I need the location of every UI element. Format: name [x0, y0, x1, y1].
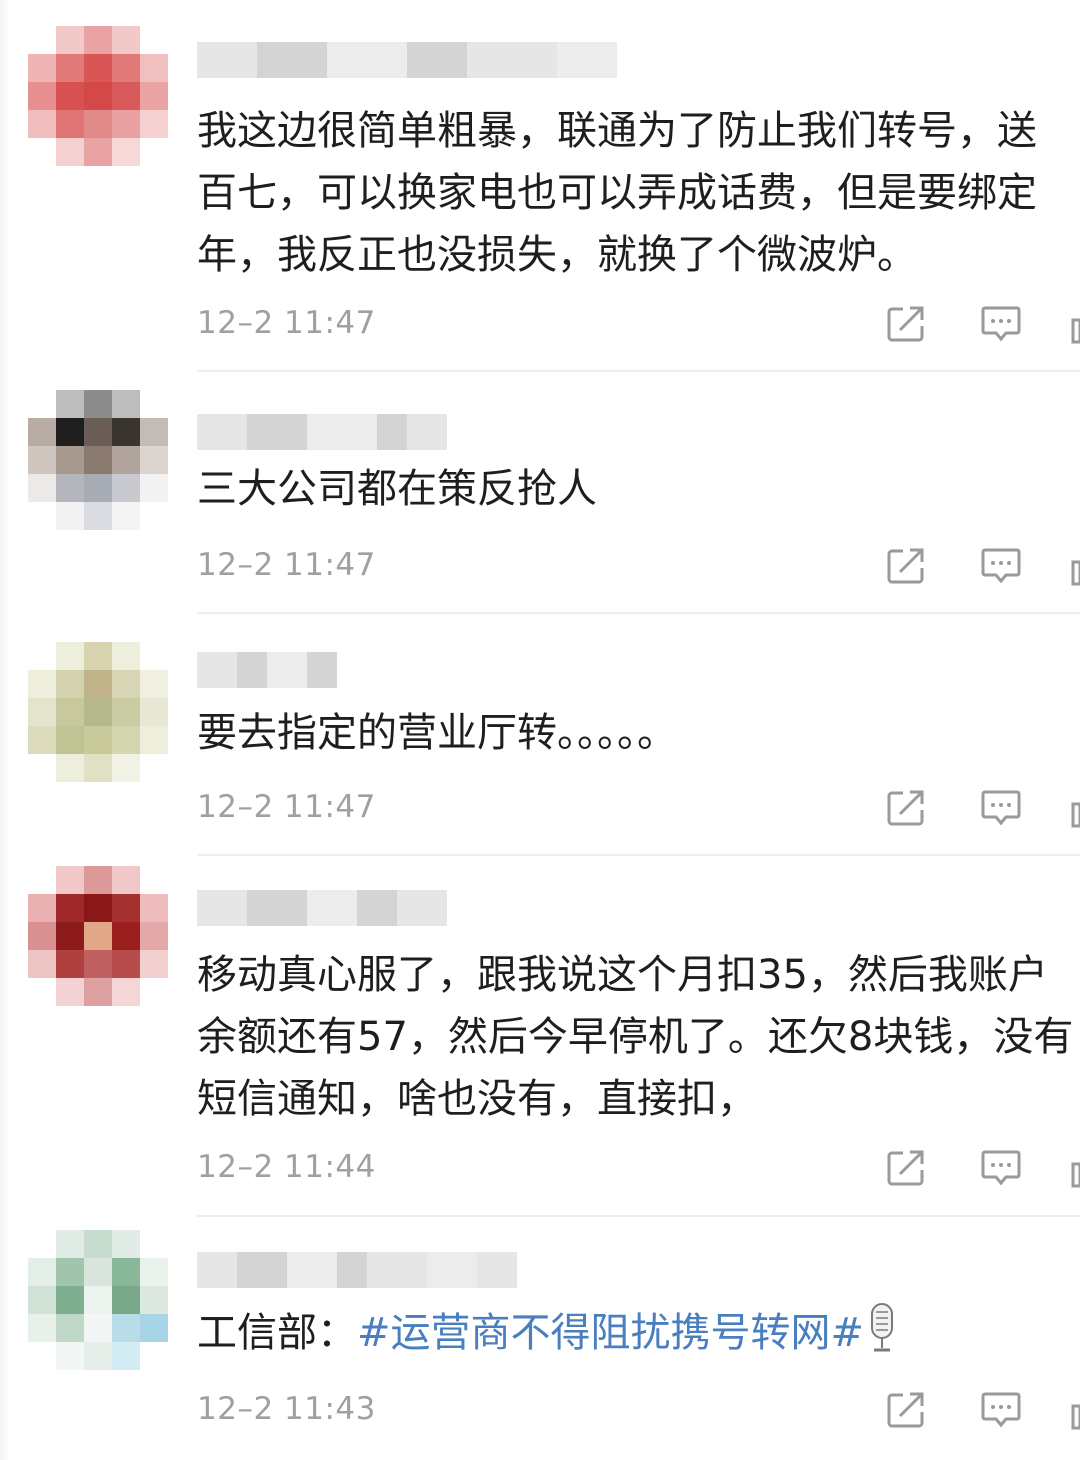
like-icon[interactable] — [1070, 1390, 1080, 1430]
comment-text: 我这边很简单粗暴，联通为了防止我们转号，送 百七，可以换家电也可以弄成话费，但是… — [197, 100, 1080, 286]
divider — [197, 1215, 1080, 1217]
comment-line: 百七，可以换家电也可以弄成话费，但是要绑定 — [197, 170, 1037, 216]
divider — [197, 370, 1080, 372]
share-icon[interactable] — [886, 546, 928, 586]
timestamp: 12–2 11:43 — [197, 1391, 376, 1427]
avatar[interactable] — [28, 26, 168, 166]
comment-icon[interactable] — [980, 304, 1022, 344]
like-icon[interactable] — [1070, 546, 1080, 586]
share-icon[interactable] — [886, 788, 928, 828]
comment-icon[interactable] — [980, 546, 1022, 586]
divider — [197, 612, 1080, 614]
hashtag-link[interactable]: #运营商不得阻扰携号转网# — [357, 1310, 864, 1356]
comment-line: 移动真心服了，跟我说这个月扣35，然后我账户 — [197, 952, 1048, 998]
like-icon[interactable] — [1070, 304, 1080, 344]
comment-icon[interactable] — [980, 1148, 1022, 1188]
comment-line: 三大公司都在策反抢人 — [197, 466, 597, 512]
username-blurred[interactable] — [197, 652, 337, 688]
avatar[interactable] — [28, 390, 168, 530]
username-blurred[interactable] — [197, 414, 447, 450]
timestamp: 12–2 11:47 — [197, 547, 376, 583]
comment-line: 短信通知，啥也没有，直接扣， — [197, 1076, 757, 1122]
timestamp: 12–2 11:47 — [197, 789, 376, 825]
divider — [197, 854, 1080, 856]
comment-text: 要去指定的营业厅转。。。。。 — [197, 702, 1080, 764]
edge-shadow — [0, 0, 10, 1460]
microphone-icon — [868, 1302, 896, 1354]
username-blurred[interactable] — [197, 890, 447, 926]
avatar[interactable] — [28, 642, 168, 782]
comment-text: 三大公司都在策反抢人 — [197, 458, 1080, 520]
username-blurred[interactable] — [197, 1252, 517, 1288]
timestamp: 12–2 11:44 — [197, 1149, 376, 1185]
comment-icon[interactable] — [980, 1390, 1022, 1430]
comment-text: 工信部：#运营商不得阻扰携号转网# — [197, 1302, 1080, 1364]
like-icon[interactable] — [1070, 1148, 1080, 1188]
comment-text: 移动真心服了，跟我说这个月扣35，然后我账户 余额还有57，然后今早停机了。还欠… — [197, 944, 1080, 1130]
share-icon[interactable] — [886, 304, 928, 344]
comment-line: 要去指定的营业厅转。。。。。 — [197, 710, 677, 756]
share-icon[interactable] — [886, 1148, 928, 1188]
avatar[interactable] — [28, 866, 168, 1006]
comment-prefix: 工信部： — [197, 1310, 357, 1356]
comment-icon[interactable] — [980, 788, 1022, 828]
comment-line: 工信部：#运营商不得阻扰携号转网# — [197, 1302, 1080, 1364]
share-icon[interactable] — [886, 1390, 928, 1430]
timestamp: 12–2 11:47 — [197, 305, 376, 341]
avatar[interactable] — [28, 1230, 168, 1370]
comment-line: 余额还有57，然后今早停机了。还欠8块钱，没有 — [197, 1014, 1074, 1060]
username-blurred[interactable] — [197, 42, 617, 78]
comment-feed: 我这边很简单粗暴，联通为了防止我们转号，送 百七，可以换家电也可以弄成话费，但是… — [0, 0, 1080, 1460]
comment-line: 我这边很简单粗暴，联通为了防止我们转号，送 — [197, 108, 1037, 154]
comment-line: 年，我反正也没损失，就换了个微波炉。 — [197, 232, 917, 278]
like-icon[interactable] — [1070, 788, 1080, 828]
